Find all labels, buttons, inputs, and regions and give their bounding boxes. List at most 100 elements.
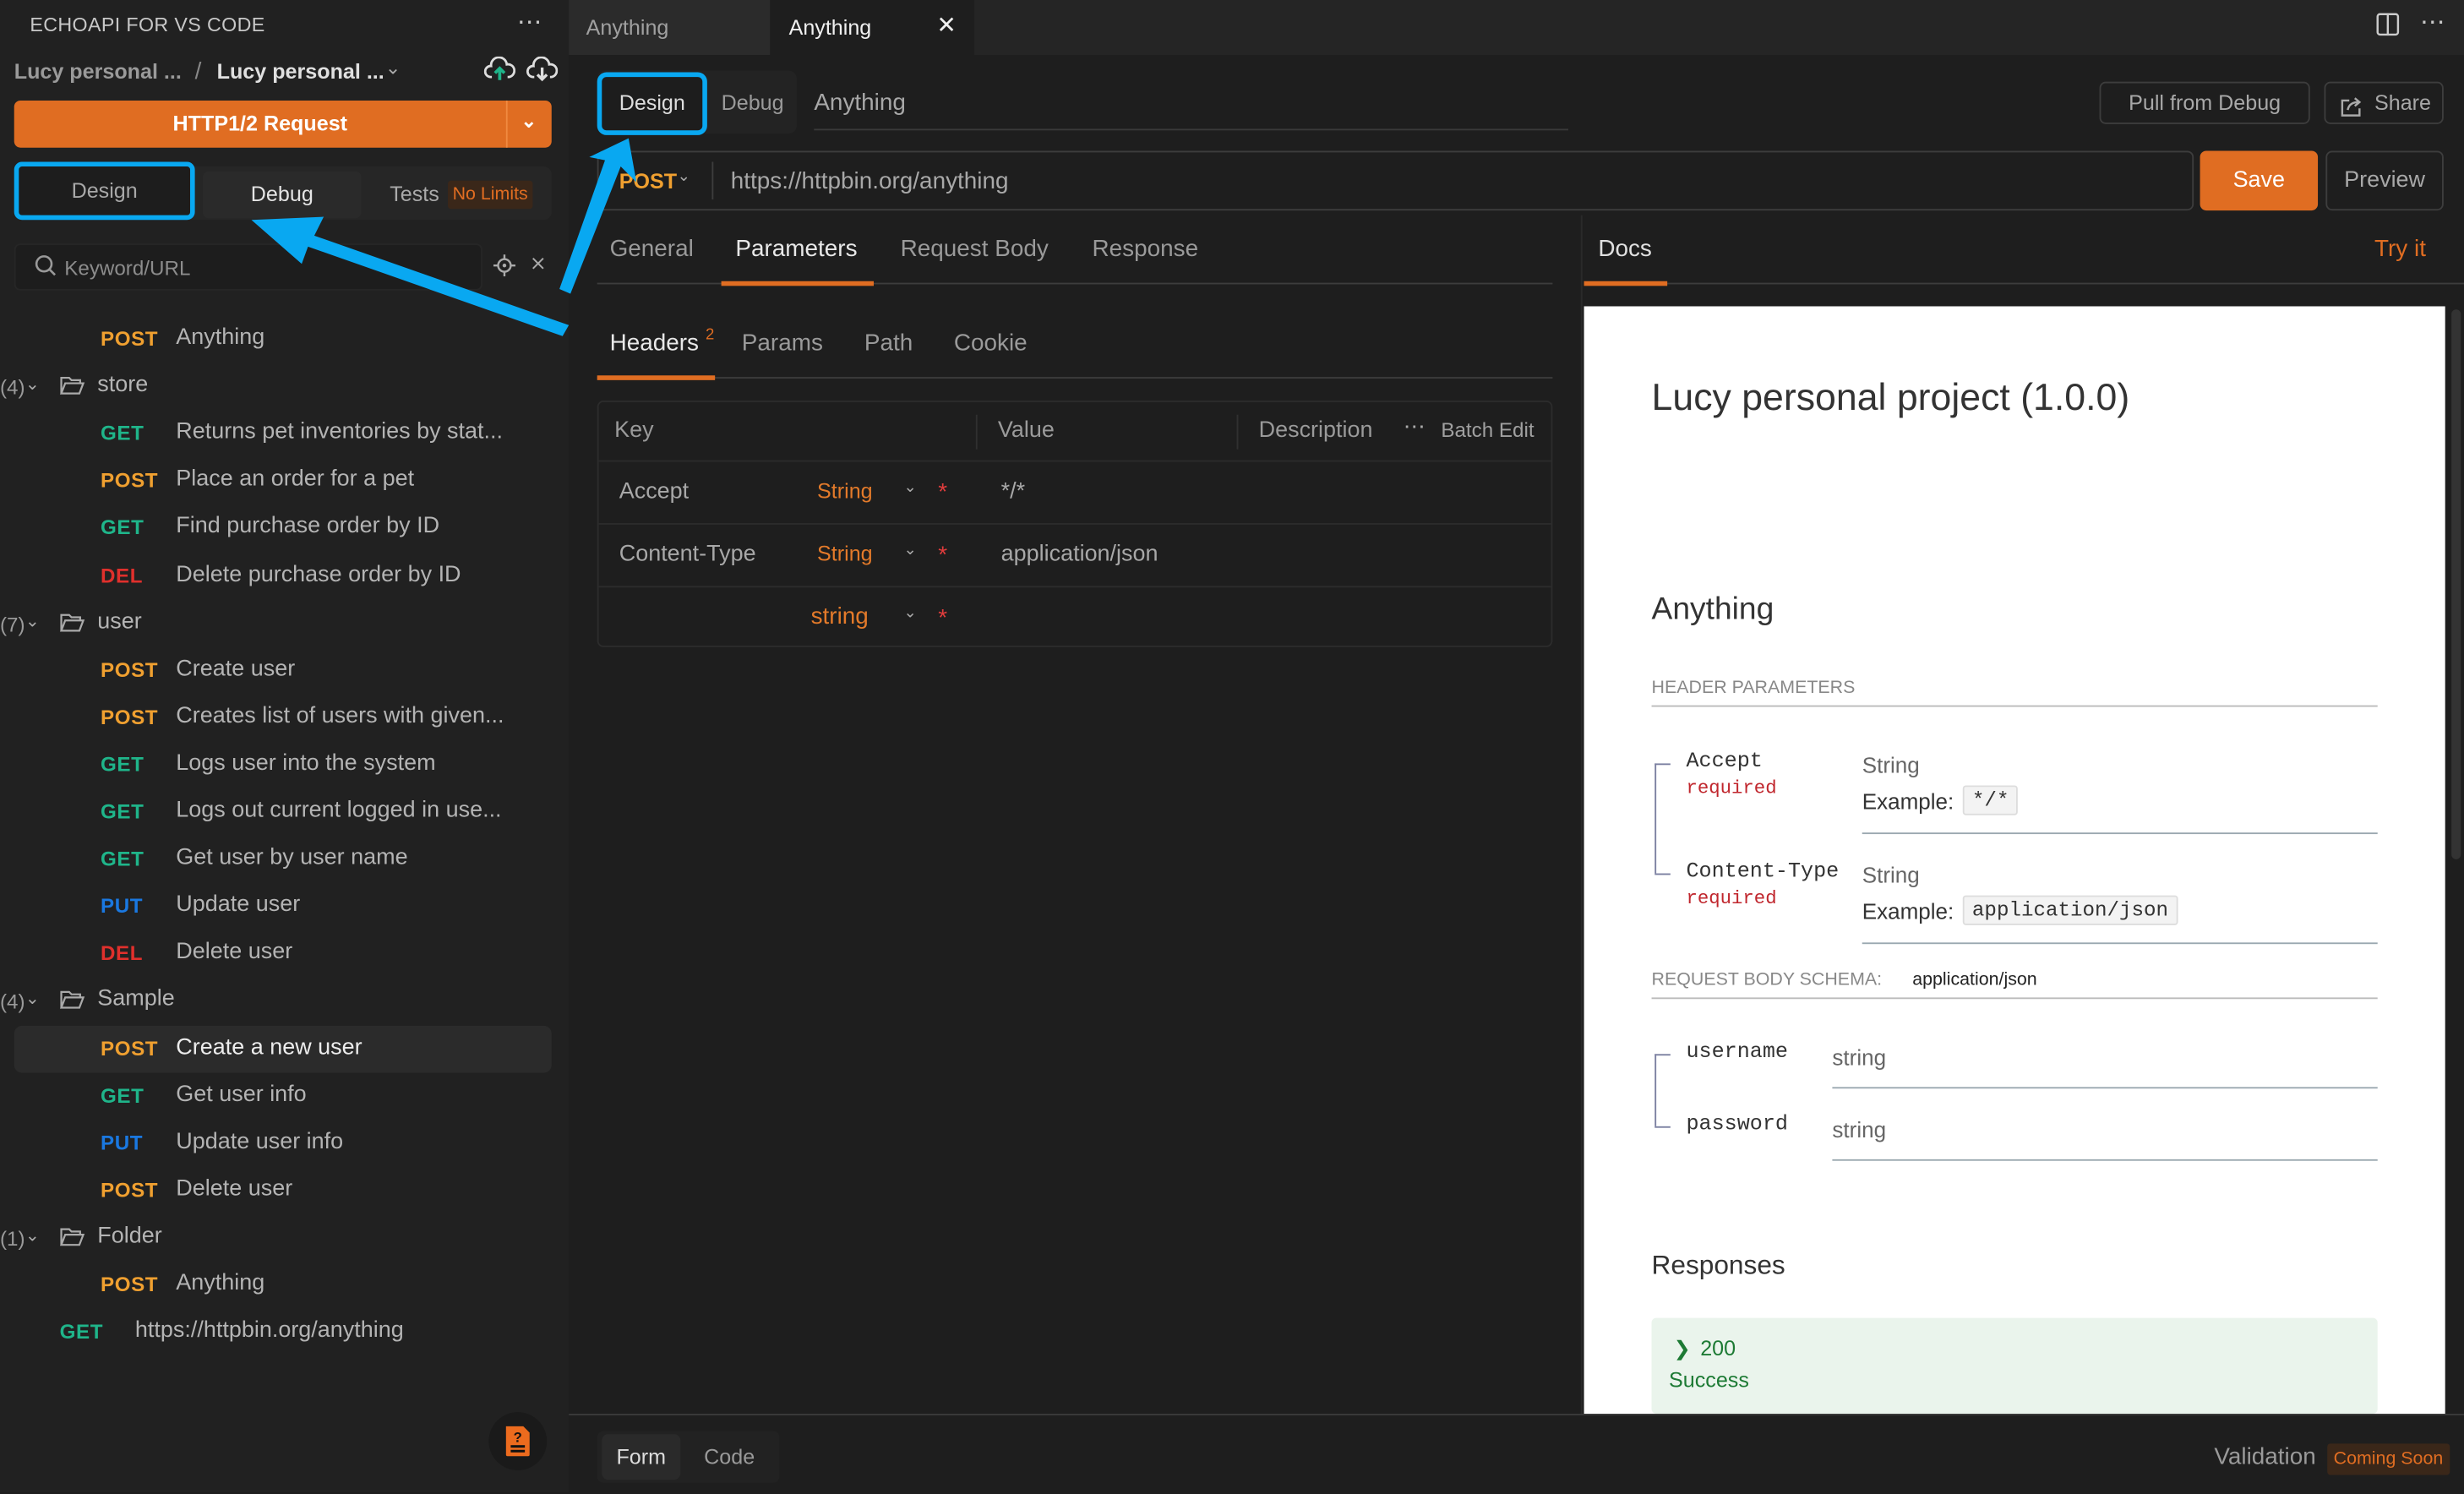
api-item[interactable]: GET Logs out current logged in use... [0,788,569,836]
api-item[interactable]: GET Find purchase order by ID [0,504,569,552]
sidebar-mode-tests[interactable]: Tests [390,183,439,206]
pull-from-debug-button[interactable]: Pull from Debug [2099,81,2310,124]
chevron-down-icon[interactable]: ⌄ [385,57,401,79]
subtab-headers[interactable]: Headers [610,330,699,357]
header-key-input[interactable]: Accept [619,479,689,504]
tab-parameters[interactable]: Parameters [735,236,857,263]
subtab-cookie[interactable]: Cookie [954,330,1028,357]
tab-docs[interactable]: Docs [1598,236,1652,263]
more-icon[interactable]: ⋯ [1404,413,1426,440]
header-value-input[interactable]: */* [1001,479,1026,504]
more-icon[interactable]: ⋯ [517,6,542,37]
chevron-down-icon[interactable]: ⌄ [903,542,917,559]
split-editor-icon[interactable] [2376,13,2400,44]
folder-sample[interactable]: ⌄ Sample (4) [0,978,569,1025]
share-button[interactable]: Share [2324,81,2444,124]
header-value-input[interactable]: application/json [1001,542,1158,567]
api-item[interactable]: PUT Update user [0,883,569,930]
search-icon [35,254,57,284]
cloud-download-icon[interactable] [526,56,559,90]
folder-folder[interactable]: ⌄ Folder (1) [0,1214,569,1262]
editor-mode-debug[interactable]: Debug [722,91,784,115]
folder-user[interactable]: ⌄ user (7) [0,599,569,646]
locate-icon[interactable] [493,254,515,284]
api-item[interactable]: POST Place an order for a pet [0,457,569,504]
tab-general[interactable]: General [610,236,694,263]
new-http-request-button[interactable]: HTTP1/2 Request ⌄ [14,100,552,148]
breadcrumb-project[interactable]: Lucy personal ... [217,60,384,84]
chevron-down-icon[interactable]: ⌄ [903,605,917,622]
column-divider[interactable] [975,414,978,450]
chevron-down-icon[interactable]: ⌄ [25,1225,40,1246]
api-item[interactable]: POST Create user [0,646,569,694]
divider [814,128,1568,131]
coming-soon-badge: Coming Soon [2327,1443,2450,1475]
chevron-down-icon[interactable]: ⌄ [903,479,917,496]
editor-mode-design[interactable]: Design [597,72,707,135]
api-item[interactable]: GET Logs user into the system [0,741,569,788]
api-item[interactable]: DEL Delete purchase order by ID [0,552,569,599]
example-label: Example: [1862,898,1954,924]
docs-scrollbar[interactable] [2451,309,2461,859]
subtab-params[interactable]: Params [742,330,823,357]
api-item[interactable]: GET Get user info [0,1072,569,1120]
tab-request-body[interactable]: Request Body [901,236,1049,263]
api-item[interactable]: POST Anything [0,316,569,363]
api-item[interactable]: DEL Delete user [0,930,569,978]
api-item[interactable]: POST Creates list of users with given... [0,694,569,741]
field-name: password [1686,1113,1788,1137]
chevron-down-icon[interactable]: ⌄ [678,168,691,185]
api-item[interactable]: GET https://httpbin.org/anything [0,1309,569,1356]
tab-anything-1[interactable]: Anything [569,0,771,56]
request-name-input[interactable]: Anything [814,90,906,117]
batch-edit-button[interactable]: Batch Edit [1441,417,1534,441]
type-select[interactable]: string [811,603,869,630]
required-toggle[interactable]: * [938,479,947,506]
more-icon[interactable]: ⋯ [2420,6,2445,37]
help-button[interactable]: ? [488,1412,548,1470]
subtab-path[interactable]: Path [864,330,913,357]
api-item[interactable]: POST Create a new user [0,1025,569,1072]
cloud-upload-icon[interactable] [483,56,516,90]
preview-button[interactable]: Preview [2325,150,2444,211]
folder-name: user [97,608,142,635]
sidebar-mode-design[interactable]: Design [14,161,195,221]
required-toggle[interactable]: * [938,605,947,632]
validation-label[interactable]: Validation [2214,1443,2315,1470]
folder-store[interactable]: ⌄ store (4) [0,363,569,411]
type-select[interactable]: String [817,479,873,503]
api-item[interactable]: GET Get user by user name [0,836,569,883]
breadcrumb-workspace[interactable]: Lucy personal ... [14,60,182,84]
close-icon[interactable]: ✕ [936,11,956,40]
search-input[interactable]: Keyword/URL [14,243,482,291]
header-key-input[interactable]: Content-Type [619,542,756,567]
method-badge: POST [101,705,159,729]
divider [711,161,714,200]
form-toggle[interactable]: Form [602,1434,681,1480]
column-divider[interactable] [1236,414,1239,450]
chevron-down-icon[interactable]: ⌄ [25,374,40,394]
divider [1862,942,2378,945]
api-item[interactable]: GET Returns pet inventories by stat... [0,411,569,458]
chevron-down-icon[interactable]: ⌄ [506,110,552,132]
code-toggle[interactable]: Code [704,1445,755,1469]
api-item[interactable]: PUT Update user info [0,1120,569,1167]
tab-response[interactable]: Response [1092,236,1198,263]
api-title: Delete user [176,940,293,965]
method-badge: GET [101,515,144,540]
sidebar-mode-debug[interactable]: Debug [202,171,362,219]
collapse-all-icon[interactable]: ⨯ [530,251,547,276]
response-200[interactable]: ❯ 200 Success [1651,1317,2378,1415]
api-item[interactable]: POST Delete user [0,1167,569,1214]
required-toggle[interactable]: * [938,542,947,569]
api-item[interactable]: POST Anything [0,1262,569,1309]
try-it-link[interactable]: Try it [2374,236,2426,263]
save-button[interactable]: Save [2200,150,2319,211]
chevron-down-icon[interactable]: ⌄ [25,989,40,1009]
type-select[interactable]: String [817,542,873,565]
url-input[interactable]: https://httpbin.org/anything [731,168,1009,195]
tab-anything-2[interactable]: Anything ✕ [770,0,975,56]
pane-divider[interactable] [1580,215,1583,1415]
chevron-down-icon[interactable]: ⌄ [25,610,40,630]
method-select[interactable]: POST [619,170,677,194]
